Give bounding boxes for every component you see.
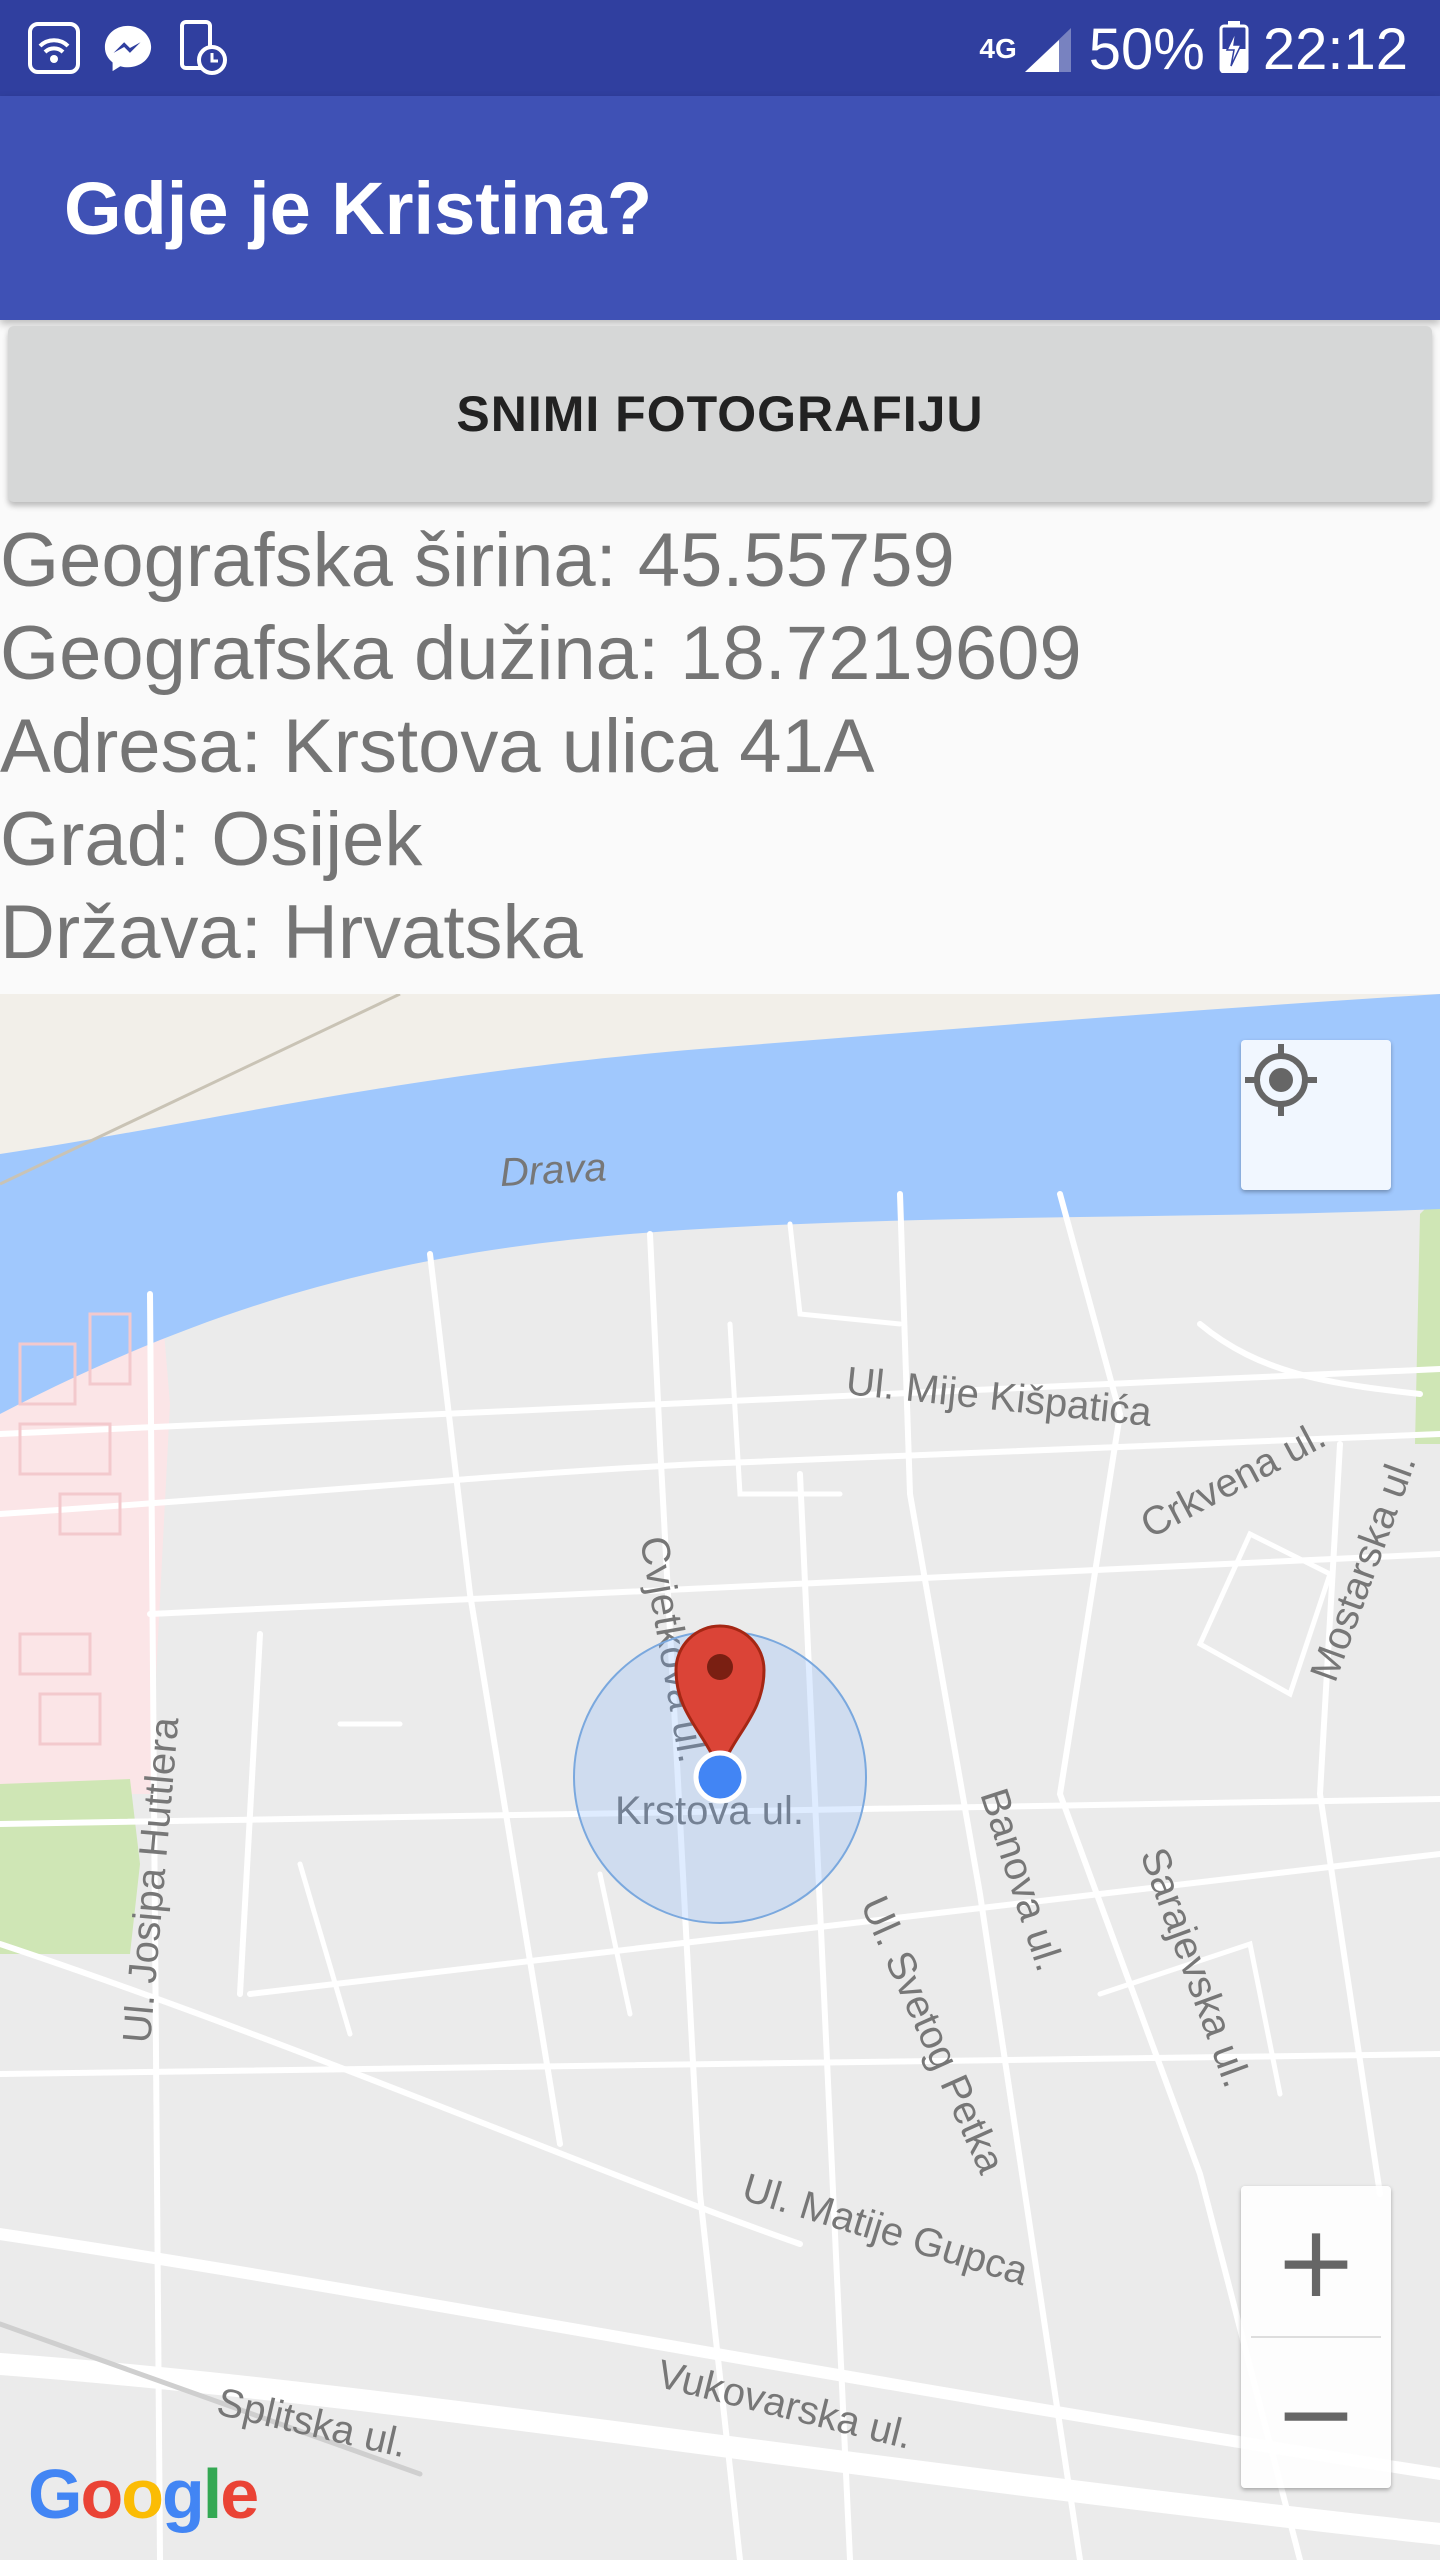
location-info: Geografska širina: 45.55759 Geografska d…	[0, 514, 1440, 979]
zoom-out-button[interactable]: −	[1241, 2338, 1391, 2488]
my-location-button[interactable]	[1241, 1040, 1391, 1190]
battery-charging-icon	[1219, 20, 1249, 78]
wifi-icon	[28, 20, 80, 76]
status-bar: 4G 50% 22:12	[0, 0, 1440, 96]
river-label: Drava	[499, 1146, 608, 1196]
map-canvas[interactable]: Drava Ul. Mije Kišpatića Crkvena ul. Mos…	[0, 994, 1440, 2560]
map-view[interactable]: Drava Ul. Mije Kišpatića Crkvena ul. Mos…	[0, 994, 1440, 2560]
zoom-controls: + −	[1241, 2186, 1391, 2488]
crosshair-icon	[1245, 1044, 1317, 1116]
country-text: Država: Hrvatska	[0, 890, 583, 975]
take-photo-button[interactable]: SNIMI FOTOGRAFIJU	[8, 326, 1432, 502]
battery-percent: 50%	[1088, 16, 1205, 82]
signal-icon	[1024, 28, 1071, 72]
longitude-text: Geografska dužina: 18.7219609	[0, 611, 1082, 696]
latitude-text: Geografska širina: 45.55759	[0, 518, 955, 603]
network-type: 4G	[979, 33, 1017, 64]
address-text: Adresa: Krstova ulica 41A	[0, 704, 875, 789]
city-text: Grad: Osijek	[0, 797, 423, 882]
screen-time-icon	[176, 20, 228, 76]
app-bar: Gdje je Kristina?	[0, 96, 1440, 320]
clock: 22:12	[1262, 16, 1408, 82]
my-location-dot	[693, 1750, 747, 1804]
google-logo: Google	[28, 2455, 259, 2533]
park-area	[0, 1779, 140, 1954]
app-title: Gdje je Kristina?	[64, 167, 653, 250]
network-icon: 4G	[979, 24, 1074, 74]
messenger-icon	[102, 20, 154, 76]
zoom-in-button[interactable]: +	[1241, 2186, 1391, 2336]
